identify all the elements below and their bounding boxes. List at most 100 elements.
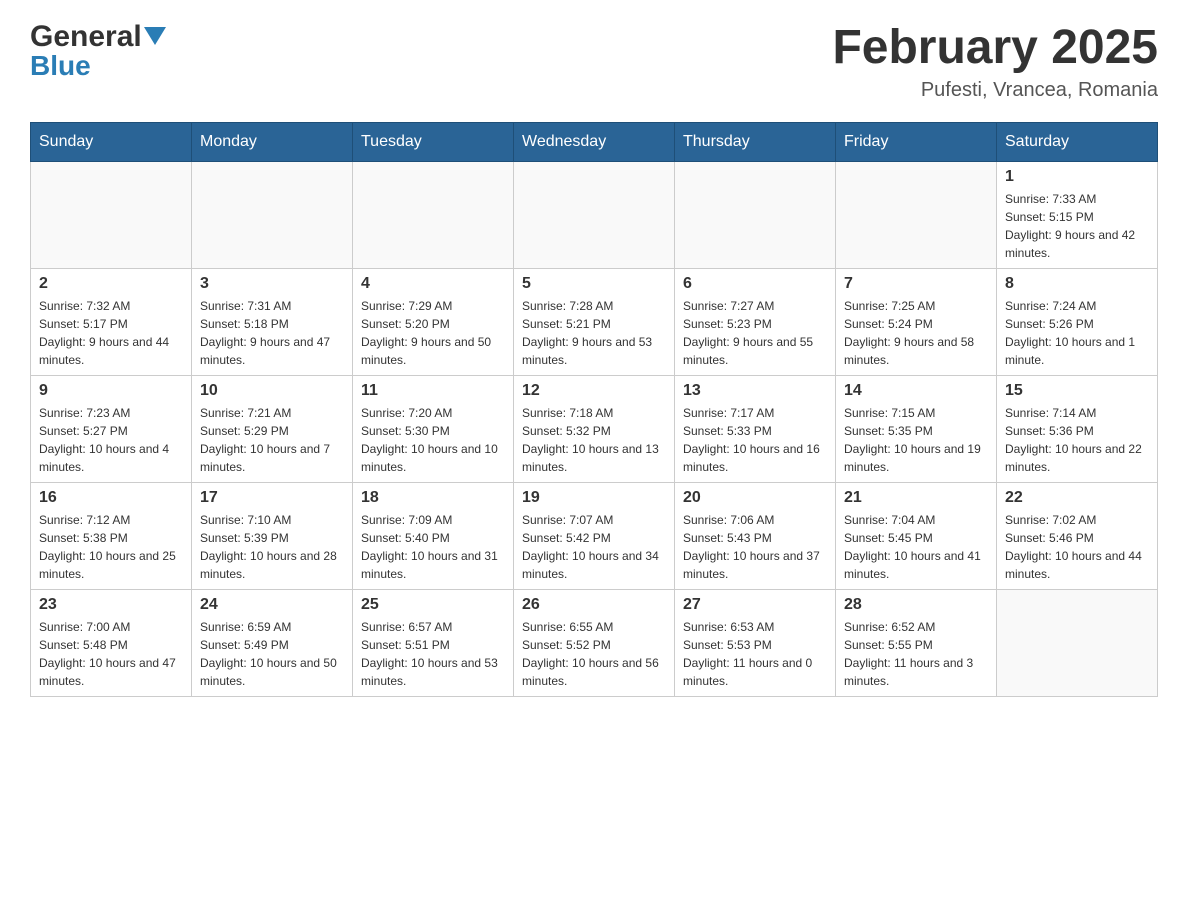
- days-header-row: SundayMondayTuesdayWednesdayThursdayFrid…: [31, 123, 1158, 162]
- day-number: 26: [522, 596, 666, 614]
- logo-arrow-icon: [144, 27, 166, 49]
- day-info: Sunrise: 7:29 AMSunset: 5:20 PMDaylight:…: [361, 297, 505, 369]
- day-number: 23: [39, 596, 183, 614]
- day-number: 6: [683, 275, 827, 293]
- day-number: 16: [39, 489, 183, 507]
- calendar-cell: 26 Sunrise: 6:55 AMSunset: 5:52 PMDayligh…: [514, 590, 675, 697]
- week-row-4: 16 Sunrise: 7:12 AMSunset: 5:38 PMDayligh…: [31, 483, 1158, 590]
- day-info: Sunrise: 7:27 AMSunset: 5:23 PMDaylight:…: [683, 297, 827, 369]
- day-number: 18: [361, 489, 505, 507]
- logo-blue-text: Blue: [30, 50, 91, 82]
- day-info: Sunrise: 7:28 AMSunset: 5:21 PMDaylight:…: [522, 297, 666, 369]
- day-info: Sunrise: 7:32 AMSunset: 5:17 PMDaylight:…: [39, 297, 183, 369]
- day-header-friday: Friday: [836, 123, 997, 162]
- calendar-cell: [31, 162, 192, 269]
- calendar-cell: 24 Sunrise: 6:59 AMSunset: 5:49 PMDayligh…: [192, 590, 353, 697]
- day-number: 17: [200, 489, 344, 507]
- day-number: 27: [683, 596, 827, 614]
- week-row-1: 1Sunrise: 7:33 AMSunset: 5:15 PMDaylight…: [31, 162, 1158, 269]
- day-number: 11: [361, 382, 505, 400]
- page-header: General Blue February 2025 Pufesti, Vran…: [30, 20, 1158, 102]
- calendar-cell: 7Sunrise: 7:25 AMSunset: 5:24 PMDaylight…: [836, 269, 997, 376]
- day-info: Sunrise: 7:02 AMSunset: 5:46 PMDaylight:…: [1005, 511, 1149, 583]
- day-info: Sunrise: 7:15 AMSunset: 5:35 PMDaylight:…: [844, 404, 988, 476]
- day-number: 15: [1005, 382, 1149, 400]
- calendar-cell: 21 Sunrise: 7:04 AMSunset: 5:45 PMDayligh…: [836, 483, 997, 590]
- logo: General Blue: [30, 20, 166, 82]
- calendar-cell: 9 Sunrise: 7:23 AMSunset: 5:27 PMDaylight…: [31, 376, 192, 483]
- day-number: 8: [1005, 275, 1149, 293]
- day-info: Sunrise: 7:14 AMSunset: 5:36 PMDaylight:…: [1005, 404, 1149, 476]
- calendar-cell: 22 Sunrise: 7:02 AMSunset: 5:46 PMDayligh…: [997, 483, 1158, 590]
- calendar-cell: 13 Sunrise: 7:17 AMSunset: 5:33 PMDayligh…: [675, 376, 836, 483]
- day-number: 5: [522, 275, 666, 293]
- day-number: 4: [361, 275, 505, 293]
- day-info: Sunrise: 7:21 AMSunset: 5:29 PMDaylight:…: [200, 404, 344, 476]
- day-header-wednesday: Wednesday: [514, 123, 675, 162]
- calendar-cell: [997, 590, 1158, 697]
- day-info: Sunrise: 7:04 AMSunset: 5:45 PMDaylight:…: [844, 511, 988, 583]
- calendar-cell: 10 Sunrise: 7:21 AMSunset: 5:29 PMDayligh…: [192, 376, 353, 483]
- day-info: Sunrise: 7:12 AMSunset: 5:38 PMDaylight:…: [39, 511, 183, 583]
- calendar-cell: 15 Sunrise: 7:14 AMSunset: 5:36 PMDayligh…: [997, 376, 1158, 483]
- calendar-cell: 19Sunrise: 7:07 AMSunset: 5:42 PMDayligh…: [514, 483, 675, 590]
- day-info: Sunrise: 7:23 AMSunset: 5:27 PMDaylight:…: [39, 404, 183, 476]
- calendar-cell: 3Sunrise: 7:31 AMSunset: 5:18 PMDaylight…: [192, 269, 353, 376]
- calendar-cell: [514, 162, 675, 269]
- week-row-2: 2 Sunrise: 7:32 AMSunset: 5:17 PMDaylight…: [31, 269, 1158, 376]
- week-row-3: 9 Sunrise: 7:23 AMSunset: 5:27 PMDaylight…: [31, 376, 1158, 483]
- day-header-sunday: Sunday: [31, 123, 192, 162]
- day-number: 2: [39, 275, 183, 293]
- day-info: Sunrise: 7:24 AMSunset: 5:26 PMDaylight:…: [1005, 297, 1149, 369]
- calendar-cell: 20 Sunrise: 7:06 AMSunset: 5:43 PMDayligh…: [675, 483, 836, 590]
- day-number: 20: [683, 489, 827, 507]
- day-number: 7: [844, 275, 988, 293]
- day-info: Sunrise: 6:59 AMSunset: 5:49 PMDaylight:…: [200, 618, 344, 690]
- month-title: February 2025: [832, 20, 1158, 75]
- calendar-cell: 11 Sunrise: 7:20 AMSunset: 5:30 PMDayligh…: [353, 376, 514, 483]
- calendar-cell: 25 Sunrise: 6:57 AMSunset: 5:51 PMDayligh…: [353, 590, 514, 697]
- day-info: Sunrise: 7:00 AMSunset: 5:48 PMDaylight:…: [39, 618, 183, 690]
- calendar-cell: 5 Sunrise: 7:28 AMSunset: 5:21 PMDaylight…: [514, 269, 675, 376]
- day-number: 10: [200, 382, 344, 400]
- day-info: Sunrise: 6:53 AMSunset: 5:53 PMDaylight:…: [683, 618, 827, 690]
- calendar-cell: 12 Sunrise: 7:18 AMSunset: 5:32 PMDayligh…: [514, 376, 675, 483]
- calendar-cell: [353, 162, 514, 269]
- day-number: 28: [844, 596, 988, 614]
- day-info: Sunrise: 7:17 AMSunset: 5:33 PMDaylight:…: [683, 404, 827, 476]
- day-header-monday: Monday: [192, 123, 353, 162]
- day-number: 22: [1005, 489, 1149, 507]
- calendar-cell: 17 Sunrise: 7:10 AMSunset: 5:39 PMDayligh…: [192, 483, 353, 590]
- calendar-cell: [836, 162, 997, 269]
- day-number: 24: [200, 596, 344, 614]
- calendar-cell: 27 Sunrise: 6:53 AMSunset: 5:53 PMDayligh…: [675, 590, 836, 697]
- week-row-5: 23 Sunrise: 7:00 AMSunset: 5:48 PMDayligh…: [31, 590, 1158, 697]
- day-number: 3: [200, 275, 344, 293]
- day-header-saturday: Saturday: [997, 123, 1158, 162]
- day-number: 9: [39, 382, 183, 400]
- day-info: Sunrise: 6:52 AMSunset: 5:55 PMDaylight:…: [844, 618, 988, 690]
- calendar-cell: 6 Sunrise: 7:27 AMSunset: 5:23 PMDaylight…: [675, 269, 836, 376]
- logo-general-text: General: [30, 20, 142, 54]
- calendar-cell: 18Sunrise: 7:09 AMSunset: 5:40 PMDayligh…: [353, 483, 514, 590]
- day-number: 13: [683, 382, 827, 400]
- calendar-cell: [675, 162, 836, 269]
- title-section: February 2025 Pufesti, Vrancea, Romania: [832, 20, 1158, 102]
- day-number: 14: [844, 382, 988, 400]
- day-number: 12: [522, 382, 666, 400]
- calendar-cell: 28 Sunrise: 6:52 AMSunset: 5:55 PMDayligh…: [836, 590, 997, 697]
- day-info: Sunrise: 6:57 AMSunset: 5:51 PMDaylight:…: [361, 618, 505, 690]
- calendar-cell: 23 Sunrise: 7:00 AMSunset: 5:48 PMDayligh…: [31, 590, 192, 697]
- day-number: 21: [844, 489, 988, 507]
- day-info: Sunrise: 7:20 AMSunset: 5:30 PMDaylight:…: [361, 404, 505, 476]
- calendar-cell: 8 Sunrise: 7:24 AMSunset: 5:26 PMDaylight…: [997, 269, 1158, 376]
- calendar-cell: 4 Sunrise: 7:29 AMSunset: 5:20 PMDaylight…: [353, 269, 514, 376]
- day-info: Sunrise: 7:18 AMSunset: 5:32 PMDaylight:…: [522, 404, 666, 476]
- day-number: 1: [1005, 168, 1149, 186]
- day-info: Sunrise: 7:10 AMSunset: 5:39 PMDaylight:…: [200, 511, 344, 583]
- day-number: 19: [522, 489, 666, 507]
- day-info: Sunrise: 6:55 AMSunset: 5:52 PMDaylight:…: [522, 618, 666, 690]
- day-info: Sunrise: 7:06 AMSunset: 5:43 PMDaylight:…: [683, 511, 827, 583]
- day-header-tuesday: Tuesday: [353, 123, 514, 162]
- day-number: 25: [361, 596, 505, 614]
